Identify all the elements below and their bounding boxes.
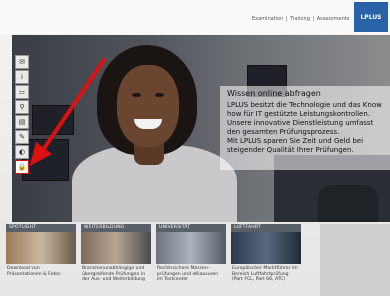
hero-line: LPLUS besitzt die Technologie und das Kn… <box>227 101 382 109</box>
print-icon[interactable]: ▤ <box>15 115 29 129</box>
tile-spotlight[interactable]: SPOTLIGHT Download von Präsentationen & … <box>6 224 76 296</box>
tile-luftfahrt[interactable]: LUFTFAHRT Europäischer Marktführer im Be… <box>231 224 301 296</box>
hero-line: Mit LPLUS sparen Sie Zeit und Geld bei <box>227 137 364 145</box>
background-monitor <box>32 105 74 135</box>
tile-header: WEITERBILDUNG <box>81 224 151 232</box>
top-bar: Examination | Training | Assessments LPL… <box>0 0 390 34</box>
page: Examination | Training | Assessments LPL… <box>0 0 390 296</box>
person-eye <box>155 93 164 97</box>
background-monitor <box>22 139 69 181</box>
tile-caption: Download von Präsentationen & Fotos <box>7 266 61 277</box>
tile-header: SPOTLIGHT <box>6 224 76 232</box>
tools-icon[interactable]: ✎ <box>15 130 29 144</box>
sitemap-icon[interactable]: ⚏ <box>15 85 29 99</box>
hero-line: Unsere innovative Dienstleistung umfasst <box>227 119 374 127</box>
nav-training[interactable]: Training <box>290 16 310 22</box>
hero-line: den gesamten Prüfungsprozess. <box>227 128 340 136</box>
hero-title: Wissen online abfragen <box>227 89 321 98</box>
tile-image <box>231 232 301 264</box>
globe-icon[interactable]: ◐ <box>15 145 29 159</box>
tile-header: UNIVERSITÄT <box>156 224 226 232</box>
sidebar-toolbar: ✉ i ⚏ ⚲ ▤ ✎ ◐ 🔒 <box>15 55 29 175</box>
tile-header: LUFTFAHRT <box>231 224 301 232</box>
page-edge-shadow <box>320 224 390 296</box>
tile-weiterbildung[interactable]: WEITERBILDUNG Branchenunabhängige und üb… <box>81 224 151 296</box>
person-face <box>117 65 179 147</box>
hero-line: how für IT gestützte Leistungskontrollen… <box>227 110 371 118</box>
lock-icon[interactable]: 🔒 <box>15 160 29 174</box>
tile-caption: Europäischer Marktführer im Bereich Luft… <box>232 266 298 282</box>
nav-examination[interactable]: Examination <box>252 16 283 22</box>
nav-assessments[interactable]: Assessments <box>317 16 350 22</box>
nav-separator: | <box>285 16 288 22</box>
lplus-logo[interactable]: LPLUS <box>354 2 388 32</box>
top-navigation: Examination | Training | Assessments <box>252 16 350 22</box>
tile-caption: Branchenunabhängige und übergreifende Pr… <box>82 266 146 282</box>
person-eye <box>132 93 141 97</box>
tile-universitaet[interactable]: UNIVERSITÄT Rechtssichere Massen-prüfung… <box>156 224 226 296</box>
hero-line: steigender Qualität Ihrer Prüfungen. <box>227 146 354 154</box>
tile-caption: Rechtssichere Massen-prüfungen und eKlau… <box>157 266 219 282</box>
tile-image <box>156 232 226 264</box>
hero-text-panel: Wissen online abfragen LPLUS besitzt die… <box>220 86 390 170</box>
nav-separator: | <box>312 16 315 22</box>
mail-icon[interactable]: ✉ <box>15 55 29 69</box>
info-icon[interactable]: i <box>15 70 29 84</box>
search-icon[interactable]: ⚲ <box>15 100 29 114</box>
background-chair <box>318 185 378 222</box>
tile-image <box>6 232 76 264</box>
tile-image <box>81 232 151 264</box>
